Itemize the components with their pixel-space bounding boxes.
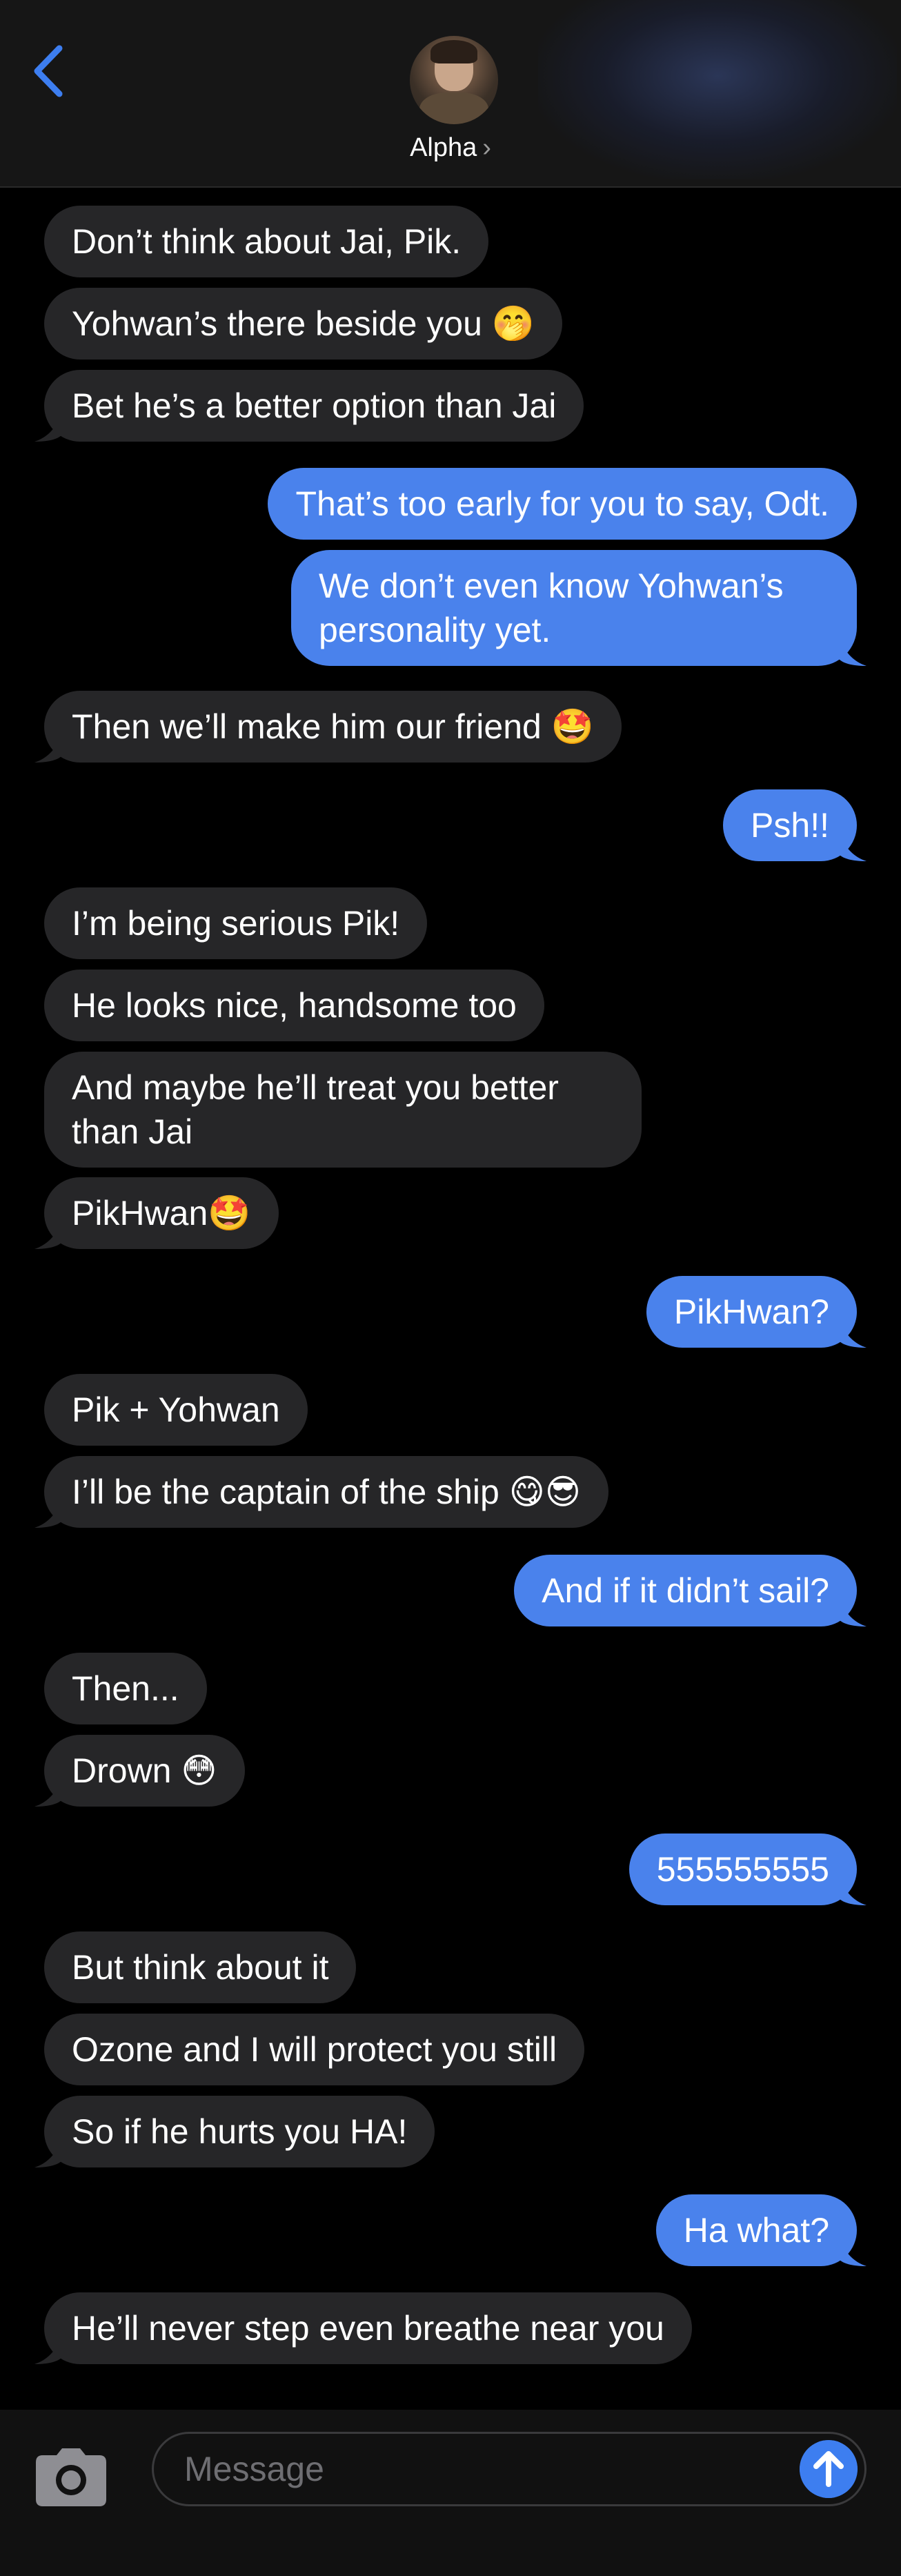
message-text: Ha what?	[683, 2211, 829, 2250]
bubble-tail	[839, 1878, 867, 1905]
bubble-tail	[839, 834, 867, 861]
message-bubble-incoming[interactable]: So if he hurts you HA!	[34, 2096, 435, 2167]
message-text: PikHwan🤩	[72, 1194, 251, 1232]
message-text: Bet he’s a better option than Jai	[72, 386, 557, 425]
message-text: But think about it	[72, 1948, 329, 1987]
message-bubble-incoming[interactable]: Don’t think about Jai, Pik.	[44, 206, 489, 277]
message-text: And if it didn’t sail?	[542, 1571, 829, 1610]
bubble-tail	[839, 1599, 867, 1626]
bubble-tail	[34, 2337, 62, 2364]
message-text: We don’t even know Yohwan’s personality …	[319, 567, 784, 649]
message-text: I’ll be the captain of the ship 😋😎	[72, 1473, 581, 1511]
message-bubble-outgoing[interactable]: And if it didn’t sail?	[514, 1555, 867, 1626]
message-bubble-outgoing[interactable]: Ha what?	[655, 2194, 867, 2266]
message-bubble-incoming[interactable]: He’ll never step even breathe near you	[34, 2292, 692, 2364]
camera-icon[interactable]	[36, 2448, 106, 2506]
avatar[interactable]	[410, 36, 498, 124]
conversation-header: Alpha ›	[0, 0, 901, 188]
bubble-tail	[34, 1500, 62, 1528]
message-text: Drown 😳	[72, 1751, 217, 1790]
compose-bar: Message	[0, 2410, 901, 2576]
message-bubble-outgoing[interactable]: 555555555	[628, 1833, 867, 1905]
message-text: Pik + Yohwan	[72, 1390, 280, 1429]
message-text: Don’t think about Jai, Pik.	[72, 222, 462, 261]
message-text: Then...	[72, 1669, 179, 1708]
bubble-tail	[34, 735, 62, 763]
message-text: Ozone and I will protect you still	[72, 2030, 557, 2069]
bubble-tail	[839, 638, 867, 666]
message-bubble-incoming[interactable]: But think about it	[44, 1931, 357, 2003]
message-bubble-incoming[interactable]: Yohwan’s there beside you 🤭	[44, 288, 563, 360]
message-text: He’ll never step even breathe near you	[72, 2309, 664, 2348]
message-thread[interactable]: Don’t think about Jai, Pik. Yohwan’s the…	[0, 188, 901, 2410]
message-bubble-incoming[interactable]: Pik + Yohwan	[44, 1374, 308, 1446]
message-bubble-incoming[interactable]: He looks nice, handsome too	[44, 970, 544, 1041]
bubble-tail	[34, 2140, 62, 2167]
send-arrow-up-icon[interactable]	[800, 2440, 858, 2498]
message-text: Psh!!	[751, 806, 829, 845]
message-bubble-incoming[interactable]: I’ll be the captain of the ship 😋😎	[34, 1456, 608, 1528]
message-text: Then we’ll make him our friend 🤩	[72, 707, 594, 746]
chevron-left-icon[interactable]	[28, 40, 69, 102]
message-text: 555555555	[656, 1850, 829, 1889]
message-bubble-outgoing[interactable]: We don’t even know Yohwan’s personality …	[291, 550, 867, 666]
message-bubble-incoming[interactable]: Ozone and I will protect you still	[44, 2014, 585, 2085]
contact-name-button[interactable]: Alpha ›	[0, 133, 901, 163]
message-bubble-incoming[interactable]: Drown 😳	[34, 1735, 245, 1807]
message-text: So if he hurts you HA!	[72, 2112, 408, 2151]
message-bubble-incoming[interactable]: Then we’ll make him our friend 🤩	[34, 691, 622, 763]
message-text: Yohwan’s there beside you 🤭	[72, 304, 535, 343]
contact-name: Alpha	[410, 133, 477, 162]
message-bubble-outgoing[interactable]: Psh!!	[723, 789, 867, 861]
message-text: That’s too early for you to say, Odt.	[295, 484, 829, 523]
message-bubble-incoming[interactable]: I’m being serious Pik!	[44, 887, 428, 959]
message-text: He looks nice, handsome too	[72, 986, 517, 1025]
message-bubble-outgoing[interactable]: PikHwan?	[646, 1276, 867, 1348]
bubble-tail	[839, 1320, 867, 1348]
bubble-tail	[34, 1779, 62, 1807]
message-bubble-incoming[interactable]: Then...	[44, 1653, 207, 1724]
message-text: PikHwan?	[673, 1292, 829, 1331]
message-bubble-outgoing[interactable]: That’s too early for you to say, Odt.	[268, 468, 857, 540]
message-placeholder: Message	[184, 2450, 324, 2488]
message-bubble-incoming[interactable]: PikHwan🤩	[34, 1177, 279, 1249]
bubble-tail	[34, 414, 62, 442]
bubble-tail	[839, 2239, 867, 2266]
bubble-tail	[34, 1221, 62, 1249]
message-input[interactable]: Message	[152, 2432, 867, 2506]
chevron-right-icon: ›	[482, 133, 491, 162]
message-text: I’m being serious Pik!	[72, 904, 400, 943]
message-bubble-incoming[interactable]: And maybe he’ll treat you better than Ja…	[44, 1052, 642, 1168]
message-text: And maybe he’ll treat you better than Ja…	[72, 1068, 559, 1151]
message-bubble-incoming[interactable]: Bet he’s a better option than Jai	[34, 370, 584, 442]
